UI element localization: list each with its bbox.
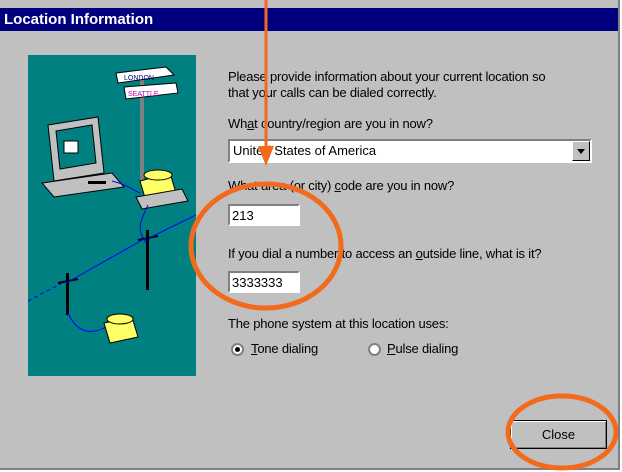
sign-seattle-text: SEATTLE xyxy=(128,91,159,98)
area-code-input[interactable] xyxy=(228,204,300,226)
sign-london-text: LONDON xyxy=(124,75,154,82)
location-information-dialog: Location Information LONDON SEATTLE Plea… xyxy=(0,0,620,470)
outside-line-input[interactable] xyxy=(228,271,300,293)
pulse-dialing-label[interactable]: Pulse dialing xyxy=(387,341,458,356)
close-button[interactable]: Close xyxy=(510,420,607,449)
intro-line-2: that your calls can be dialed correctly. xyxy=(228,85,437,100)
dropdown-arrow-icon[interactable] xyxy=(572,141,590,161)
tone-dialing-radio[interactable] xyxy=(231,343,244,356)
area-code-label: What area (or city) code are you in now? xyxy=(228,178,455,193)
telephone-illustration: LONDON SEATTLE xyxy=(28,55,196,376)
pulse-dialing-radio[interactable] xyxy=(368,343,381,356)
dialog-title: Location Information xyxy=(0,8,618,31)
country-selected-value: United States of America xyxy=(233,143,377,158)
phone-system-label: The phone system at this location uses: xyxy=(228,316,449,331)
country-label: What country/region are you in now? xyxy=(228,116,433,131)
country-region-dropdown[interactable]: United States of America xyxy=(228,139,592,163)
tone-dialing-label[interactable]: Tone dialing xyxy=(251,341,318,356)
intro-line-1: Please provide information about your cu… xyxy=(228,69,546,84)
outside-line-label: If you dial a number to access an outsid… xyxy=(228,246,542,261)
